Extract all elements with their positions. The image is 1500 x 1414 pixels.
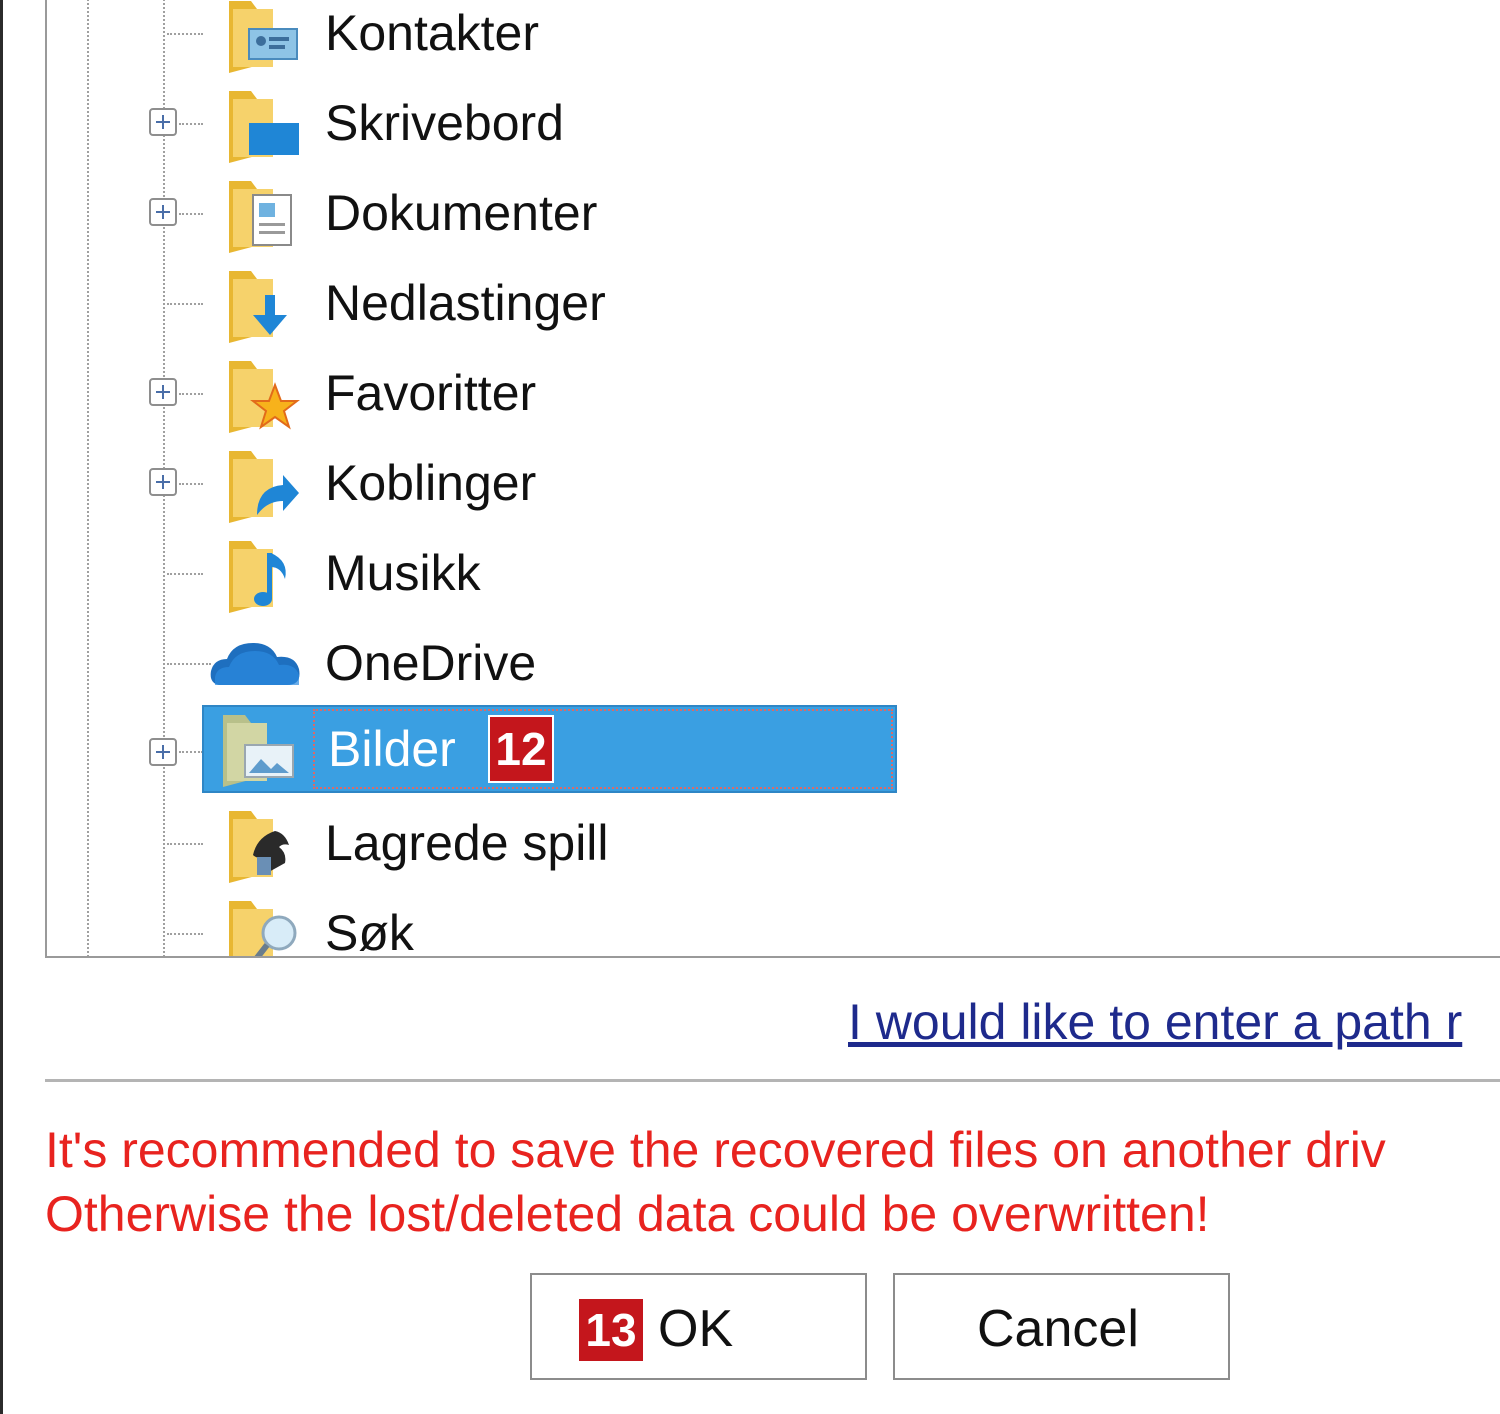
expand-icon[interactable] [149, 198, 177, 226]
tree-item-koblinger[interactable]: Koblinger [47, 439, 1497, 529]
tree-item-label: OneDrive [325, 635, 537, 691]
cancel-button[interactable]: Cancel [893, 1273, 1230, 1380]
enter-path-link[interactable]: I would like to enter a path r [848, 990, 1462, 1054]
downloads-folder-icon [227, 265, 303, 343]
warning-line: It's recommended to save the recovered f… [45, 1122, 1386, 1178]
tree-item-label: Koblinger [325, 455, 537, 511]
tree-item-dokumenter[interactable]: Dokumenter [47, 169, 1497, 259]
window-border [0, 0, 3, 1414]
links-folder-icon [227, 445, 303, 523]
ok-button-label: OK [658, 1300, 734, 1358]
saved-games-folder-icon [227, 805, 303, 883]
onedrive-cloud-icon [209, 625, 303, 703]
ok-button[interactable]: 13 OK [530, 1273, 867, 1380]
warning-line: Otherwise the lost/deleted data could be… [45, 1186, 1210, 1242]
folder-tree[interactable]: Kontakter Skrivebord Dokumenter Nedlasti… [45, 0, 1500, 958]
tree-item-nedlastinger[interactable]: Nedlastinger [47, 259, 1497, 349]
tree-item-label: Søk [325, 905, 414, 958]
tree-item-label: Musikk [325, 545, 481, 601]
tree-item-label: Favoritter [325, 365, 537, 421]
tree-item-kontakter[interactable]: Kontakter [47, 0, 1497, 79]
music-folder-icon [227, 535, 303, 613]
save-location-dialog: Kontakter Skrivebord Dokumenter Nedlasti… [0, 0, 1500, 1414]
step-badge: 13 [579, 1299, 643, 1361]
expand-icon[interactable] [149, 108, 177, 136]
tree-item-favoritter[interactable]: Favoritter [47, 349, 1497, 439]
favorites-folder-icon [227, 355, 303, 433]
tree-item-bilder[interactable]: Bilder 12 [202, 705, 897, 793]
desktop-folder-icon [227, 85, 303, 163]
cancel-button-label: Cancel [977, 1300, 1139, 1358]
tree-item-label: Kontakter [325, 5, 540, 61]
documents-folder-icon [227, 175, 303, 253]
tree-item-musikk[interactable]: Musikk [47, 529, 1497, 619]
tree-item-label: Skrivebord [325, 95, 564, 151]
divider [45, 1079, 1500, 1082]
tree-item-label: Nedlastinger [325, 275, 606, 331]
tree-item-lagrede-spill[interactable]: Lagrede spill [47, 799, 1497, 889]
tree-item-sok[interactable]: Søk [47, 889, 1497, 958]
recovery-warning: It's recommended to save the recovered f… [45, 1118, 1386, 1246]
tree-item-onedrive[interactable]: OneDrive [47, 619, 1497, 709]
tree-item-label: Lagrede spill [325, 815, 609, 871]
expand-icon[interactable] [149, 378, 177, 406]
tree-item-skrivebord[interactable]: Skrivebord [47, 79, 1497, 169]
expand-icon[interactable] [149, 738, 177, 766]
tree-item-label: Bilder [328, 721, 456, 777]
contacts-folder-icon [227, 0, 303, 73]
tree-item-label: Dokumenter [325, 185, 598, 241]
pictures-folder-icon [221, 709, 297, 787]
searches-folder-icon [227, 895, 303, 956]
expand-icon[interactable] [149, 468, 177, 496]
step-badge: 12 [488, 715, 554, 783]
